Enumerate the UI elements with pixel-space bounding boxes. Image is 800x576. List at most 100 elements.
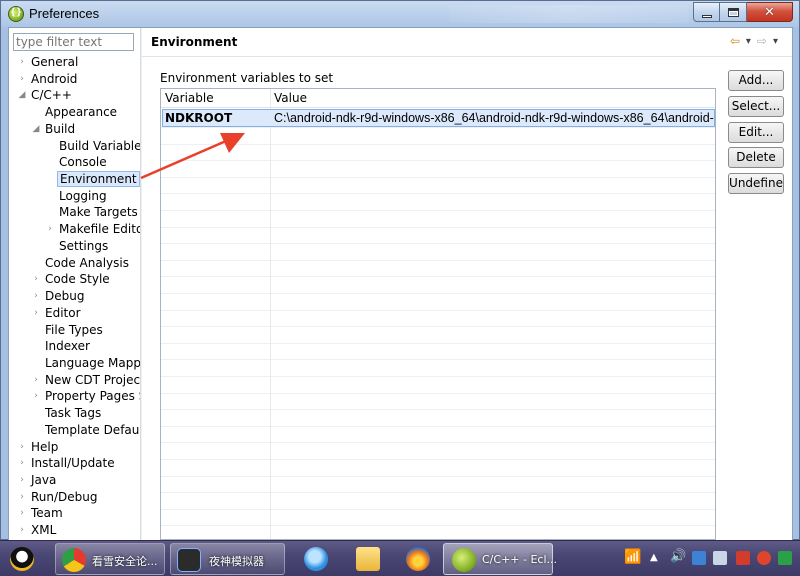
tree-item-environment[interactable]: Environment: [9, 171, 140, 188]
collapsed-twisty-icon[interactable]: ›: [17, 455, 27, 471]
tree-item-c-c[interactable]: ◢ C/C++: [9, 87, 140, 104]
tray-security-icon[interactable]: [736, 551, 750, 565]
table-row-line: [161, 160, 715, 162]
tree-item-label: General: [31, 55, 79, 69]
edit-button[interactable]: Edit...: [728, 122, 784, 143]
tree-item-task-tags[interactable]: Task Tags: [9, 405, 140, 422]
tray-network-icon[interactable]: [713, 551, 727, 565]
tree-item-code-analysis[interactable]: Code Analysis: [9, 255, 140, 272]
collapsed-twisty-icon[interactable]: ›: [17, 489, 27, 505]
close-button[interactable]: ✕: [747, 2, 793, 22]
taskbar-item-eclipse[interactable]: C/C++ - Ecl...: [443, 543, 557, 575]
table-row-line: [161, 127, 715, 128]
window-controls: ✕: [693, 2, 793, 22]
tree-item-build[interactable]: ◢ Build: [9, 121, 140, 138]
tree-item-label: Indexer: [45, 339, 90, 354]
tree-item-makefile-edito[interactable]: › Makefile Edito: [9, 221, 140, 238]
tree-item-label: New CDT Project: [45, 372, 141, 387]
column-header-variable[interactable]: Variable: [165, 91, 214, 105]
forward-arrow-icon[interactable]: ⇨: [757, 34, 767, 48]
tree-item-label: Template Default: [45, 422, 141, 437]
tree-item-java[interactable]: › Java: [9, 472, 140, 489]
tree-item-code-style[interactable]: › Code Style: [9, 271, 140, 288]
tray-antivirus-icon[interactable]: [757, 551, 771, 565]
taskbar-item-explorer[interactable]: [346, 543, 392, 575]
minimize-button[interactable]: [693, 2, 720, 22]
tree-item-help[interactable]: › Help: [9, 439, 140, 456]
qq-icon[interactable]: [10, 547, 34, 571]
tree-item-team[interactable]: › Team: [9, 505, 140, 522]
tree-item-build-variables[interactable]: Build Variables: [9, 138, 140, 155]
tree-item-property-pages-s[interactable]: › Property Pages S: [9, 388, 141, 405]
tree-item-debug[interactable]: › Debug: [9, 288, 140, 305]
collapsed-twisty-icon[interactable]: ›: [17, 71, 27, 87]
table-row-line: [161, 326, 715, 328]
tree-item-label: Help: [31, 439, 59, 454]
tray-app-icon[interactable]: [692, 551, 706, 565]
tree-item-xml[interactable]: › XML: [9, 522, 140, 539]
table-cell-value[interactable]: C:\android-ndk-r9d-windows-x86_64\androi…: [274, 110, 714, 126]
maximize-button[interactable]: [720, 2, 747, 22]
collapsed-twisty-icon[interactable]: ›: [17, 522, 27, 538]
tree-item-settings[interactable]: Settings: [9, 238, 140, 255]
select-button[interactable]: Select...: [728, 96, 784, 117]
collapsed-twisty-icon[interactable]: ›: [17, 439, 27, 455]
collapsed-twisty-icon[interactable]: ›: [31, 388, 41, 404]
view-menu-icon[interactable]: ▾: [773, 36, 778, 47]
collapsed-twisty-icon[interactable]: ›: [31, 372, 41, 388]
tree-item-android[interactable]: › Android: [9, 71, 140, 88]
collapsed-twisty-icon[interactable]: ›: [31, 305, 41, 321]
taskbar-item-emulator[interactable]: 夜神模拟器: [170, 543, 285, 575]
back-arrow-icon[interactable]: ⇦: [730, 34, 740, 48]
tray-status-icon[interactable]: [778, 551, 792, 565]
tree-item-label: C/C++: [31, 88, 72, 103]
undefine-button[interactable]: Undefine: [728, 173, 784, 194]
tree-item-language-mappi[interactable]: Language Mappi: [9, 355, 140, 372]
add-button[interactable]: Add...: [728, 70, 784, 91]
tree-item-run-debug[interactable]: › Run/Debug: [9, 489, 140, 506]
page-title: Environment: [151, 35, 238, 49]
collapsed-twisty-icon[interactable]: ›: [17, 54, 27, 70]
tree-item-editor[interactable]: › Editor: [9, 305, 140, 322]
section-label: Environment variables to set: [160, 71, 334, 85]
tray-expand-icon[interactable]: ▲: [650, 552, 658, 563]
expanded-twisty-icon[interactable]: ◢: [17, 87, 27, 103]
expanded-twisty-icon[interactable]: ◢: [31, 121, 41, 137]
tree-item-make-targets[interactable]: Make Targets: [9, 204, 140, 221]
table-row-line: [161, 492, 715, 494]
wifi-icon[interactable]: 📶: [624, 549, 641, 565]
tree-item-label: Property Pages S: [45, 389, 141, 404]
taskbar-item-flame[interactable]: [396, 543, 442, 575]
tree-item-template-default[interactable]: Template Default: [9, 422, 141, 439]
title-bar[interactable]: Preferences ✕: [1, 1, 799, 27]
tree-item-install-update[interactable]: › Install/Update: [9, 455, 140, 472]
column-header-value[interactable]: Value: [274, 91, 307, 105]
tree-item-general[interactable]: › General: [9, 54, 140, 71]
tree-item-label: Team: [31, 506, 63, 521]
collapsed-twisty-icon[interactable]: ›: [45, 221, 55, 237]
back-dropdown-icon[interactable]: ▾: [746, 36, 751, 47]
tree-item-logging[interactable]: Logging: [9, 188, 140, 205]
tree-item-new-cdt-project[interactable]: › New CDT Project: [9, 372, 141, 389]
tree-item-label: Code Analysis: [45, 255, 129, 270]
collapsed-twisty-icon[interactable]: ›: [17, 505, 27, 521]
collapsed-twisty-icon[interactable]: ›: [31, 271, 41, 287]
filter-input[interactable]: [13, 33, 134, 51]
table-cell-variable[interactable]: NDKROOT: [165, 110, 232, 126]
collapsed-twisty-icon[interactable]: ›: [31, 288, 41, 304]
taskbar-item-browser[interactable]: 看雪安全论...: [55, 543, 165, 575]
taskbar-item-bird[interactable]: [294, 543, 340, 575]
delete-button[interactable]: Delete: [728, 147, 784, 168]
tree-item-file-types[interactable]: File Types: [9, 322, 140, 339]
maximize-icon: [727, 7, 739, 17]
tree-item-indexer[interactable]: Indexer: [9, 338, 140, 355]
tree-item-appearance[interactable]: Appearance: [9, 104, 140, 121]
tree-item-console[interactable]: Console: [9, 154, 140, 171]
volume-icon[interactable]: 🔊: [670, 549, 686, 564]
environment-variables-table[interactable]: Variable Value NDKROOT C:\android-ndk-r9…: [160, 88, 716, 540]
collapsed-twisty-icon[interactable]: ›: [17, 472, 27, 488]
